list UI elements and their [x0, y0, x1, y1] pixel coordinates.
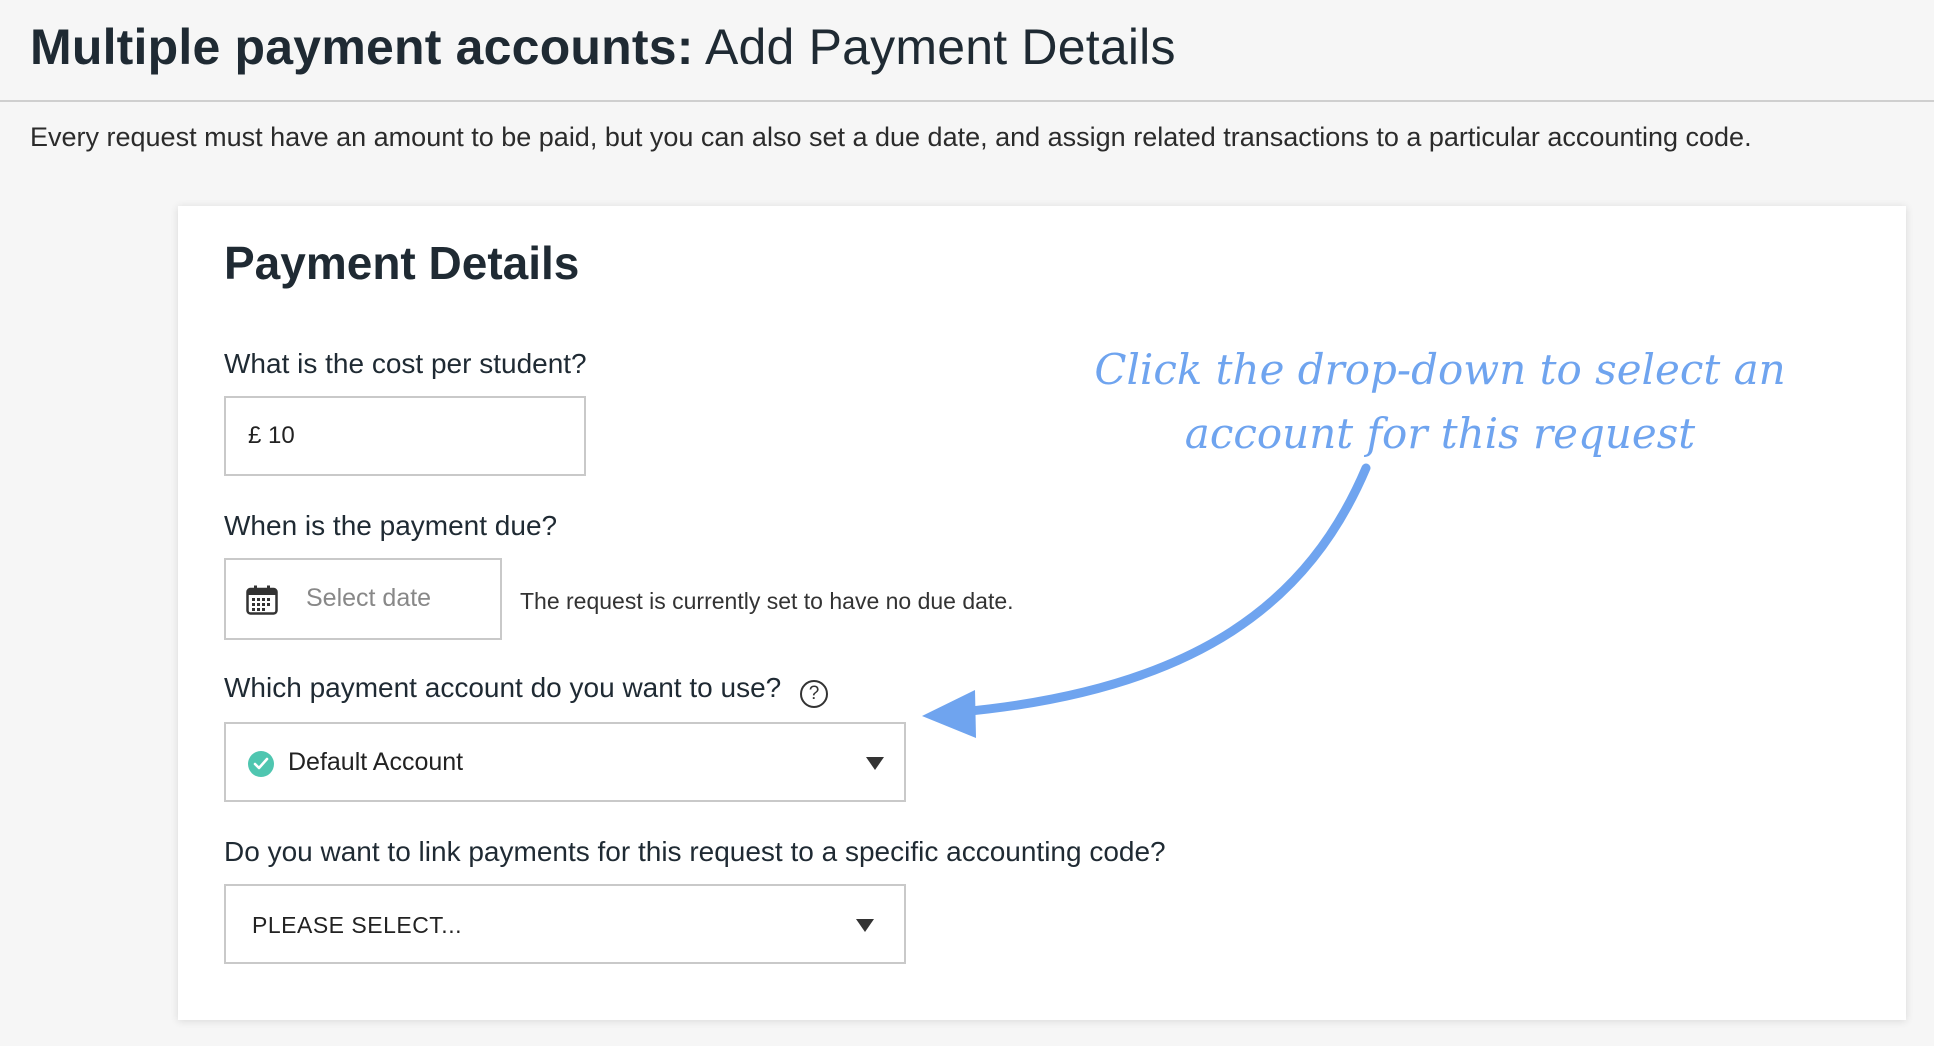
page: Multiple payment accounts: Add Payment D… [0, 0, 1934, 1046]
annotation-arrow [922, 463, 1371, 738]
